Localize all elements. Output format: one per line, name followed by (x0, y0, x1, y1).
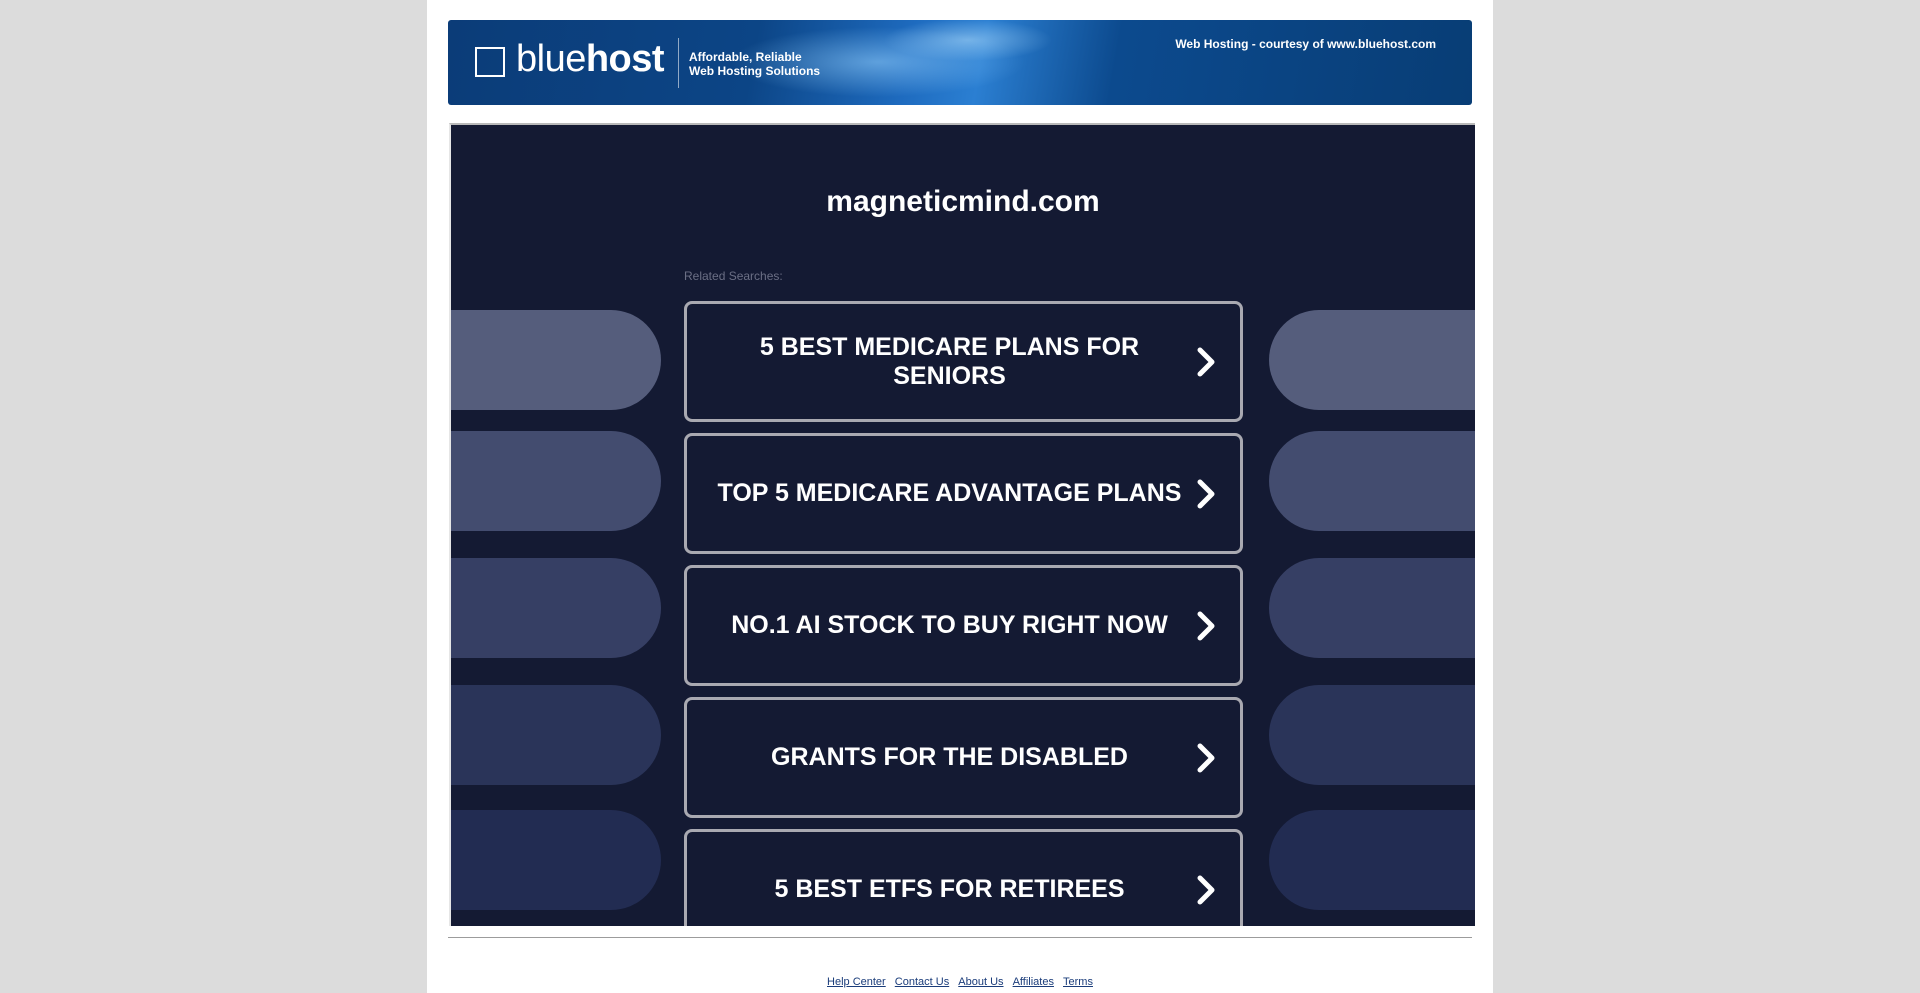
bluehost-grid-icon (475, 47, 505, 77)
logo-text-light: blue (516, 38, 586, 80)
search-button[interactable]: TOP 5 MEDICARE ADVANTAGE PLANS (684, 433, 1243, 554)
footer-link-about-us[interactable]: About Us (958, 976, 1003, 988)
page-container: bluehost Affordable, Reliable Web Hostin… (427, 0, 1493, 993)
footer-divider (448, 937, 1472, 938)
logo-text-bold: host (585, 38, 665, 80)
chevron-right-icon (1197, 875, 1215, 904)
chevron-right-icon (1197, 743, 1215, 772)
tagline-line-2: Web Hosting Solutions (689, 64, 821, 78)
footer-links: Help Center Contact Us About Us Affiliat… (427, 976, 1493, 988)
search-button-label: GRANTS FOR THE DISABLED (771, 743, 1128, 771)
decor-pill (451, 810, 661, 910)
decor-pill (1269, 685, 1475, 785)
decor-pill (451, 558, 661, 658)
search-button[interactable]: GRANTS FOR THE DISABLED (684, 697, 1243, 818)
footer-link-help-center[interactable]: Help Center (827, 976, 886, 988)
footer-link-terms[interactable]: Terms (1063, 976, 1093, 988)
parking-panel: magneticmind.com Related Searches: 5 BES… (449, 123, 1475, 926)
search-button-label: 5 BEST MEDICARE PLANS FOR SENIORS (759, 332, 1140, 390)
search-button-label: NO.1 AI STOCK TO BUY RIGHT NOW (731, 611, 1168, 639)
decor-pill (451, 431, 661, 531)
footer-link-contact-us[interactable]: Contact Us (895, 976, 949, 988)
domain-title: magneticmind.com (826, 185, 1100, 218)
related-searches-label: Related Searches: (684, 269, 783, 283)
search-button-label: 5 BEST ETFS FOR RETIREES (774, 875, 1125, 903)
bluehost-logo[interactable]: bluehost (516, 38, 665, 81)
decor-pill (451, 310, 661, 410)
chevron-right-icon (1197, 611, 1215, 640)
decor-pill (1269, 310, 1475, 410)
banner-tagline: Affordable, Reliable Web Hosting Solutio… (689, 50, 820, 78)
search-button[interactable]: 5 BEST ETFS FOR RETIREES (684, 829, 1243, 926)
search-button[interactable]: 5 BEST MEDICARE PLANS FOR SENIORS (684, 301, 1243, 422)
courtesy-text[interactable]: Web Hosting - courtesy of www.bluehost.c… (1175, 37, 1436, 51)
decor-pill (1269, 431, 1475, 531)
search-button-label: TOP 5 MEDICARE ADVANTAGE PLANS (717, 479, 1182, 507)
decor-pill (1269, 558, 1475, 658)
banner-divider (678, 38, 679, 88)
search-button[interactable]: NO.1 AI STOCK TO BUY RIGHT NOW (684, 565, 1243, 686)
chevron-right-icon (1197, 479, 1215, 508)
decor-pill (451, 685, 661, 785)
chevron-right-icon (1197, 347, 1215, 376)
tagline-line-1: Affordable, Reliable (689, 50, 802, 64)
bluehost-banner[interactable]: bluehost Affordable, Reliable Web Hostin… (448, 20, 1472, 105)
footer-link-affiliates[interactable]: Affiliates (1013, 976, 1054, 988)
decor-pill (1269, 810, 1475, 910)
